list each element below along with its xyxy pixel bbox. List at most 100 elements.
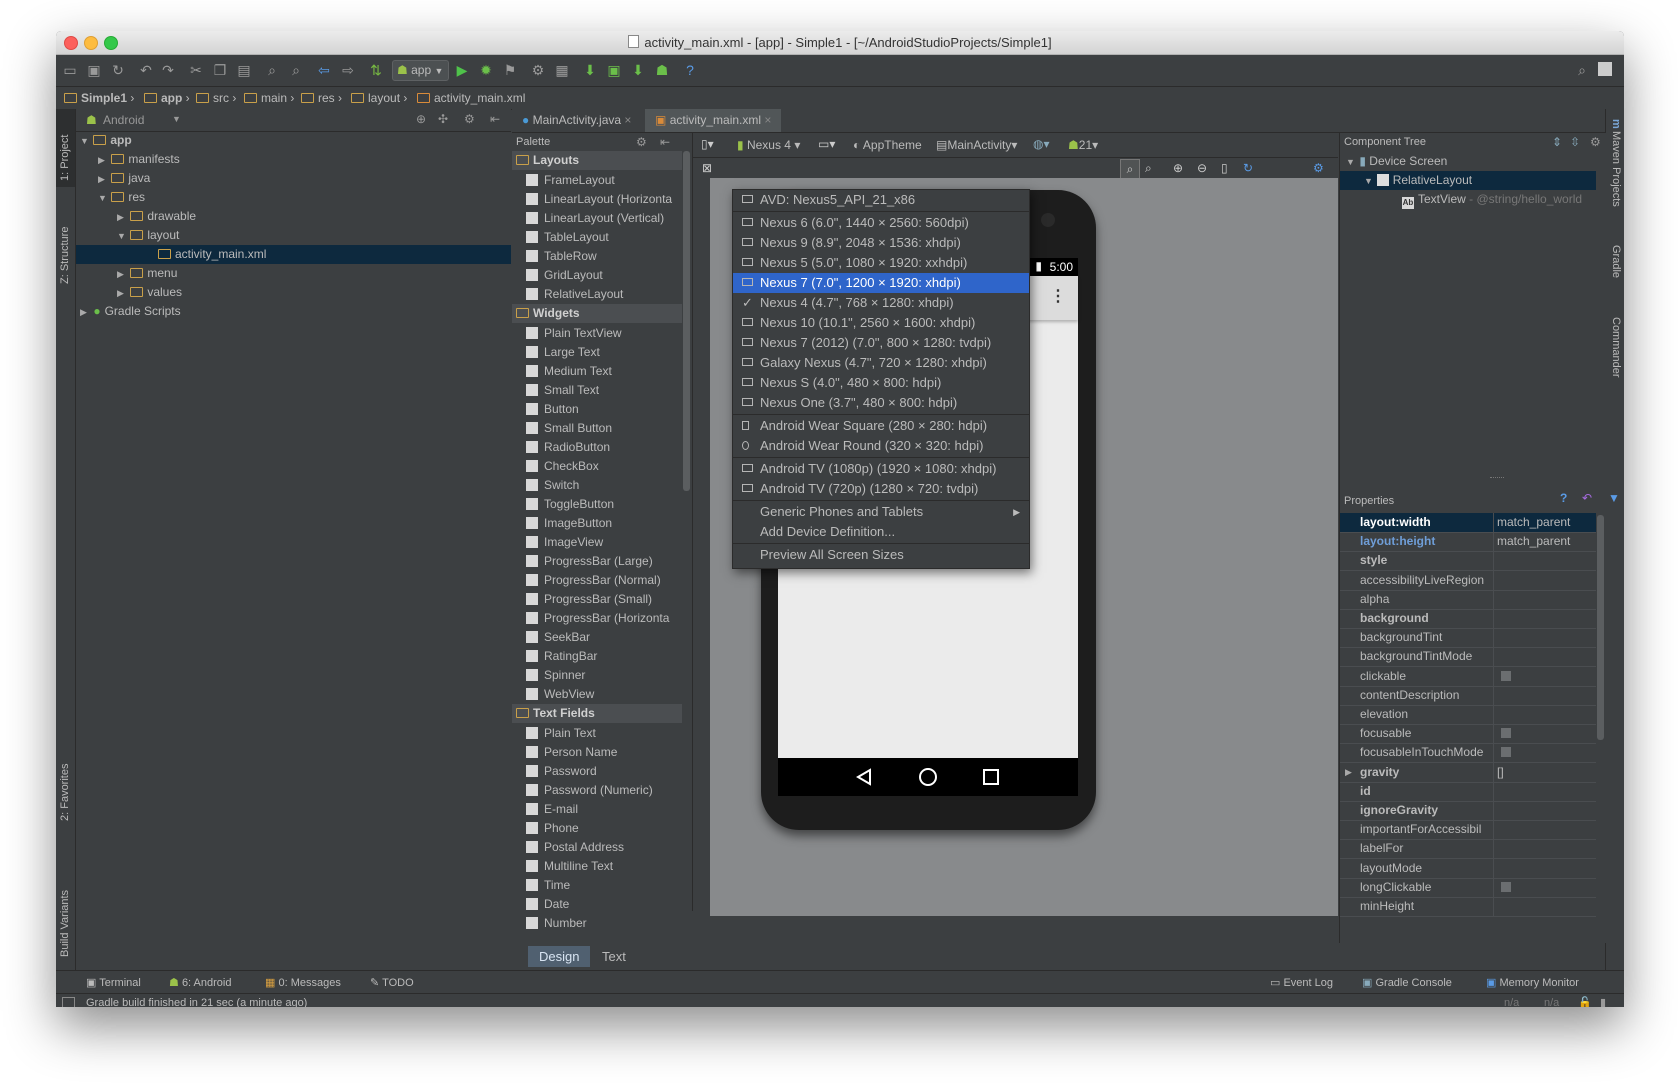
breadcrumb-layout[interactable]: layout › <box>351 91 407 105</box>
checkbox[interactable] <box>1501 670 1511 681</box>
forward-icon[interactable]: ⇨ <box>340 62 356 78</box>
maven-projects-tool-label[interactable]: Maven Projects <box>1610 131 1622 207</box>
palette-item[interactable]: ProgressBar (Horizonta <box>512 609 669 628</box>
device-menu-item[interactable]: Nexus 10 (10.1", 2560 × 1600: xhdpi) <box>733 313 1029 333</box>
palette-item[interactable]: Large Text <box>512 343 600 362</box>
palette-item[interactable]: Plain Text <box>512 724 596 743</box>
property-value[interactable]: match_parent <box>1493 532 1597 552</box>
tree-item-values[interactable]: ▶ values <box>117 283 182 302</box>
property-value[interactable] <box>1493 820 1597 840</box>
property-value[interactable] <box>1493 628 1597 648</box>
splitter-handle[interactable] <box>1490 477 1504 480</box>
property-value[interactable] <box>1493 705 1597 724</box>
tree-item-res[interactable]: ▼ res <box>98 188 145 207</box>
palette-item[interactable]: TableLayout <box>512 228 609 247</box>
help-icon[interactable]: ? <box>682 62 698 78</box>
palette-item[interactable]: LinearLayout (Vertical) <box>512 209 664 228</box>
palette-item[interactable]: Spinner <box>512 666 585 685</box>
property-value[interactable] <box>1493 570 1597 590</box>
property-row[interactable]: focusable <box>1340 724 1597 745</box>
palette-item[interactable]: Button <box>512 400 579 419</box>
tab-activity-main-xml[interactable]: ▣ activity_main.xml × <box>645 109 782 132</box>
zoom-to-fit-icon[interactable]: ⌕ <box>1120 159 1140 179</box>
cut-icon[interactable]: ✂ <box>188 62 204 78</box>
tree-item-menu[interactable]: ▶ menu <box>117 264 177 283</box>
tree-item-layout[interactable]: ▼ layout <box>117 226 179 245</box>
tree-item-activity-main[interactable]: activity_main.xml <box>76 245 511 264</box>
inspector-icon[interactable]: ▮ <box>1600 996 1606 1007</box>
tab-design[interactable]: Design <box>528 946 591 967</box>
breadcrumb-src[interactable]: src › <box>196 91 236 105</box>
messages-tool[interactable]: ▦ 0: Messages <box>265 976 341 989</box>
property-row[interactable]: focusableInTouchMode <box>1340 743 1597 764</box>
close-icon[interactable]: × <box>624 113 631 127</box>
palette-item[interactable]: ImageView <box>512 533 603 552</box>
run-icon[interactable]: ▶ <box>454 62 470 78</box>
tree-item-drawable[interactable]: ▶ drawable <box>117 207 196 226</box>
sync-gradle-icon[interactable]: ▣ <box>606 62 622 78</box>
tab-text[interactable]: Text <box>591 946 637 967</box>
scroll-from-source-icon[interactable]: ⊕ <box>416 112 426 126</box>
palette-item[interactable]: CheckBox <box>512 457 599 476</box>
tree-item-textview[interactable]: Ab TextView - @string/hello_world <box>1402 190 1582 209</box>
structure-tool-label[interactable]: Z: Structure <box>59 227 71 284</box>
gradle-console-tool[interactable]: ▣ Gradle Console <box>1362 976 1452 989</box>
device-menu-item[interactable]: Nexus S (4.0", 480 × 800: hdpi) <box>733 373 1029 393</box>
breadcrumb-simple1[interactable]: Simple1 › <box>64 91 134 105</box>
hide-panel-icon[interactable]: ⇤ <box>660 135 670 149</box>
palette-item[interactable]: GridLayout <box>512 266 603 285</box>
property-value[interactable] <box>1493 743 1597 763</box>
device-menu-item[interactable]: Preview All Screen Sizes <box>733 545 1029 565</box>
palette-item[interactable]: Phone <box>512 819 579 838</box>
commander-tool-label[interactable]: Commander <box>1610 317 1622 378</box>
property-row[interactable]: id <box>1340 781 1597 802</box>
activity-selector[interactable]: ▤MainActivity▾ <box>936 138 1017 152</box>
device-selector[interactable]: ▮ Nexus 4 ▾ <box>737 138 800 152</box>
theme-selector[interactable]: ◐ AppTheme <box>853 138 922 152</box>
property-row[interactable]: layoutMode <box>1340 858 1596 879</box>
todo-tool[interactable]: ✎ TODO <box>370 976 414 989</box>
property-value[interactable] <box>1493 724 1597 744</box>
properties-scrollbar[interactable] <box>1597 515 1604 740</box>
device-menu-item[interactable]: ✓ Nexus 4 (4.7", 768 × 1280: xhdpi) <box>733 293 1029 313</box>
sdk-manager-icon[interactable]: ▦ <box>554 62 570 78</box>
tree-item-gradle-scripts[interactable]: ▶ ● Gradle Scripts <box>80 302 181 321</box>
checkbox[interactable] <box>1501 728 1511 739</box>
expand-all-icon[interactable]: ⇕ <box>1552 135 1562 149</box>
replace-icon[interactable]: ⌕ <box>288 62 304 78</box>
palette-item[interactable]: ProgressBar (Normal) <box>512 571 661 590</box>
tab-mainactivity-java[interactable]: ● MainActivity.java × <box>512 109 641 132</box>
property-value[interactable] <box>1493 551 1597 571</box>
palette-item[interactable]: Medium Text <box>512 362 612 381</box>
palette-item[interactable]: Password (Numeric) <box>512 781 653 800</box>
palette-item[interactable]: TableRow <box>512 247 597 266</box>
terminal-tool[interactable]: ▣ Terminal <box>86 976 141 989</box>
property-value[interactable]: [] <box>1493 762 1597 782</box>
palette-item[interactable]: Small Text <box>512 381 599 400</box>
device-menu-item[interactable]: Add Device Definition... <box>733 522 1029 542</box>
screenshot-icon[interactable]: ▯ <box>1221 161 1228 175</box>
property-row[interactable]: accessibilityLiveRegion <box>1340 570 1597 591</box>
palette-item[interactable]: Plain TextView <box>512 324 622 343</box>
property-row[interactable]: backgroundTint <box>1340 628 1597 649</box>
tree-item-manifests[interactable]: ▶ manifests <box>98 150 180 169</box>
memory-monitor-tool[interactable]: ▣ Memory Monitor <box>1486 976 1579 989</box>
close-icon[interactable]: × <box>764 113 771 127</box>
redo-icon[interactable]: ↷ <box>160 62 176 78</box>
attach-debugger-icon[interactable]: ⚑ <box>502 62 518 78</box>
tree-item-relativelayout[interactable]: ▼ RelativeLayout <box>1340 171 1596 190</box>
debug-icon[interactable]: ✹ <box>478 62 494 78</box>
zoom-out-icon[interactable]: ⊖ <box>1197 161 1207 175</box>
render-options-icon[interactable]: ⊠ <box>702 161 712 175</box>
palette-item[interactable]: RadioButton <box>512 438 610 457</box>
android-device-monitor-icon[interactable]: ⬇ <box>630 62 646 78</box>
palette-item[interactable]: LinearLayout (Horizonta <box>512 190 672 209</box>
tree-item-java[interactable]: ▶ java <box>98 169 150 188</box>
property-value[interactable] <box>1493 781 1597 801</box>
property-row[interactable]: background <box>1340 609 1596 629</box>
gear-icon[interactable]: ⚙ <box>464 112 475 126</box>
checkbox[interactable] <box>1501 881 1511 892</box>
back-icon[interactable]: ⇦ <box>316 62 332 78</box>
user-icon[interactable] <box>1598 62 1612 76</box>
palette-item[interactable]: SeekBar <box>512 628 590 647</box>
